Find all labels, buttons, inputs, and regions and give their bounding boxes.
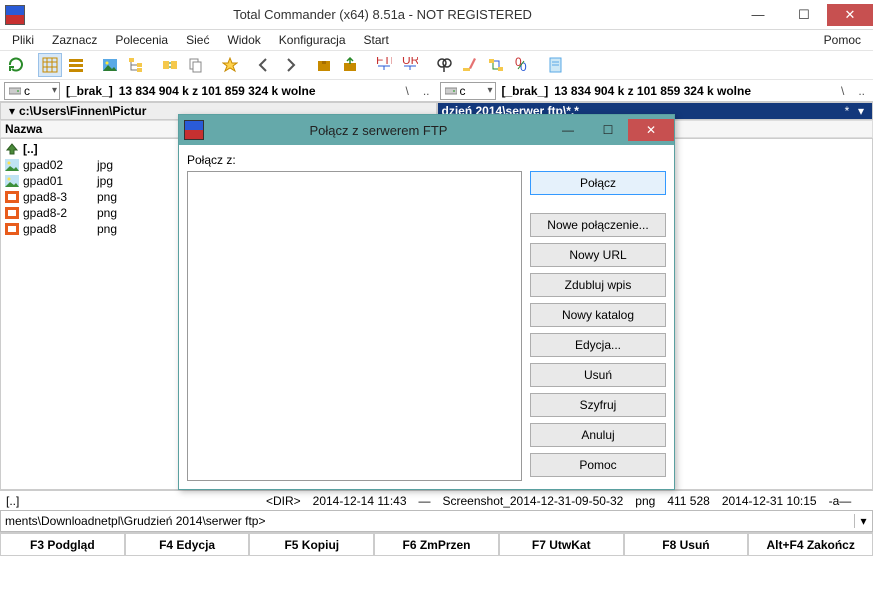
delete-button[interactable]: Usuń (530, 363, 666, 387)
left-path-history[interactable]: ▾ (5, 104, 19, 118)
back-icon[interactable] (252, 53, 276, 77)
menu-widok[interactable]: Widok (219, 31, 268, 49)
select-icon[interactable] (218, 53, 242, 77)
left-status-attrs: — (419, 494, 431, 508)
ftp-connect-dialog: Połącz z serwerem FTP — ☐ ✕ Połącz z: Po… (178, 114, 675, 490)
new-connection-button[interactable]: Nowe połączenie... (530, 213, 666, 237)
help-button[interactable]: Pomoc (530, 453, 666, 477)
left-root-button[interactable]: \ (401, 84, 412, 98)
dialog-title: Połącz z serwerem FTP (209, 123, 548, 138)
left-drive-select[interactable]: c (4, 82, 60, 100)
f7-button[interactable]: F7 UtwKat (499, 533, 624, 556)
window-title: Total Commander (x64) 8.51a - NOT REGIST… (30, 7, 735, 22)
minimize-button[interactable]: — (735, 4, 781, 26)
right-status-ext: png (635, 494, 655, 508)
notepad-icon[interactable] (544, 53, 568, 77)
maximize-button[interactable]: ☐ (781, 4, 827, 26)
function-keys: F3 Podgląd F4 Edycja F5 Kopiuj F6 ZmPrze… (0, 532, 873, 556)
command-history-dropdown[interactable]: ▾ (854, 514, 872, 528)
up-label: [..] (23, 142, 93, 156)
png-icon (5, 191, 19, 203)
right-path-star[interactable]: * (840, 104, 854, 118)
left-drive-free: 13 834 904 k z 101 859 324 k wolne (119, 84, 316, 98)
f3-button[interactable]: F3 Podgląd (0, 533, 125, 556)
jpg-icon (5, 175, 19, 187)
menu-bar: Pliki Zaznacz Polecenia Sieć Widok Konfi… (0, 30, 873, 50)
sync-icon[interactable] (158, 53, 182, 77)
unpack-icon[interactable] (338, 53, 362, 77)
url-icon[interactable]: URL (398, 53, 422, 77)
image-icon[interactable] (98, 53, 122, 77)
menu-start[interactable]: Start (356, 31, 397, 49)
right-up-button[interactable]: .. (854, 84, 869, 98)
png-icon (5, 207, 19, 219)
right-root-button[interactable]: \ (837, 84, 848, 98)
ftp-icon[interactable]: FTP (372, 53, 396, 77)
left-up-button[interactable]: .. (419, 84, 434, 98)
edit-button[interactable]: Edycja... (530, 333, 666, 357)
toolbar: FTP URL 00 (0, 50, 873, 80)
connect-button[interactable]: Połącz (530, 171, 666, 195)
command-input[interactable] (269, 512, 854, 530)
left-status-dir: <DIR> (266, 494, 301, 508)
jpg-icon (5, 159, 19, 171)
view-list-icon[interactable] (64, 53, 88, 77)
forward-icon[interactable] (278, 53, 302, 77)
left-status-sel: [..] (6, 494, 19, 508)
right-drive-free: 13 834 904 k z 101 859 324 k wolne (554, 84, 751, 98)
f5-button[interactable]: F5 Kopiuj (249, 533, 374, 556)
right-status-name: Screenshot_2014-12-31-09-50-32 (443, 494, 624, 508)
right-drive-label: [_brak_] (502, 84, 549, 98)
drive-bar: c [_brak_] 13 834 904 k z 101 859 324 k … (0, 80, 873, 102)
menu-pliki[interactable]: Pliki (4, 31, 42, 49)
altf4-button[interactable]: Alt+F4 Zakończ (748, 533, 873, 556)
dialog-icon (184, 120, 204, 140)
new-url-button[interactable]: Nowy URL (530, 243, 666, 267)
command-line: ments\Downloadnetpl\Grudzień 2014\serwer… (0, 510, 873, 532)
sync-dirs-icon[interactable] (484, 53, 508, 77)
connect-label: Połącz z: (187, 153, 522, 167)
right-drive-letter: c (460, 84, 466, 98)
encrypt-button[interactable]: Szyfruj (530, 393, 666, 417)
f6-button[interactable]: F6 ZmPrzen (374, 533, 499, 556)
dialog-maximize-button[interactable]: ☐ (588, 119, 628, 141)
left-drive-label: [_brak_] (66, 84, 113, 98)
duplicate-button[interactable]: Zdubluj wpis (530, 273, 666, 297)
app-icon (5, 5, 25, 25)
cancel-button[interactable]: Anuluj (530, 423, 666, 447)
menu-konfiguracja[interactable]: Konfiguracja (271, 31, 354, 49)
rename-icon[interactable] (458, 53, 482, 77)
f4-button[interactable]: F4 Edycja (125, 533, 250, 556)
png-icon (5, 223, 19, 235)
search-icon[interactable] (432, 53, 456, 77)
menu-polecenia[interactable]: Polecenia (107, 31, 176, 49)
copy-names-icon[interactable] (184, 53, 208, 77)
right-drive-select[interactable]: c (440, 82, 496, 100)
right-status-date: 2014-12-31 10:15 (722, 494, 817, 508)
compare-icon[interactable]: 00 (510, 53, 534, 77)
up-arrow-icon (5, 143, 19, 155)
refresh-icon[interactable] (4, 53, 28, 77)
new-folder-button[interactable]: Nowy katalog (530, 303, 666, 327)
view-grid-icon[interactable] (38, 53, 62, 77)
right-path-history[interactable]: ▾ (854, 104, 868, 118)
left-drive-letter: c (24, 84, 30, 98)
right-status-attrs: -a— (829, 494, 852, 508)
close-button[interactable]: ✕ (827, 4, 873, 26)
dialog-minimize-button[interactable]: — (548, 119, 588, 141)
f8-button[interactable]: F8 Usuń (624, 533, 749, 556)
tree-icon[interactable] (124, 53, 148, 77)
command-prompt: ments\Downloadnetpl\Grudzień 2014\serwer… (1, 514, 269, 528)
menu-zaznacz[interactable]: Zaznacz (44, 31, 105, 49)
pack-icon[interactable] (312, 53, 336, 77)
menu-siec[interactable]: Sieć (178, 31, 217, 49)
connection-list[interactable] (187, 171, 522, 481)
dialog-close-button[interactable]: ✕ (628, 119, 674, 141)
left-status-date: 2014-12-14 11:43 (313, 494, 407, 508)
menu-pomoc[interactable]: Pomoc (816, 31, 869, 49)
dialog-title-bar[interactable]: Połącz z serwerem FTP — ☐ ✕ (179, 115, 674, 145)
title-bar: Total Commander (x64) 8.51a - NOT REGIST… (0, 0, 873, 30)
right-status-size: 411 528 (667, 494, 710, 508)
status-bar: [..] <DIR> 2014-12-14 11:43 — Screenshot… (0, 490, 873, 510)
